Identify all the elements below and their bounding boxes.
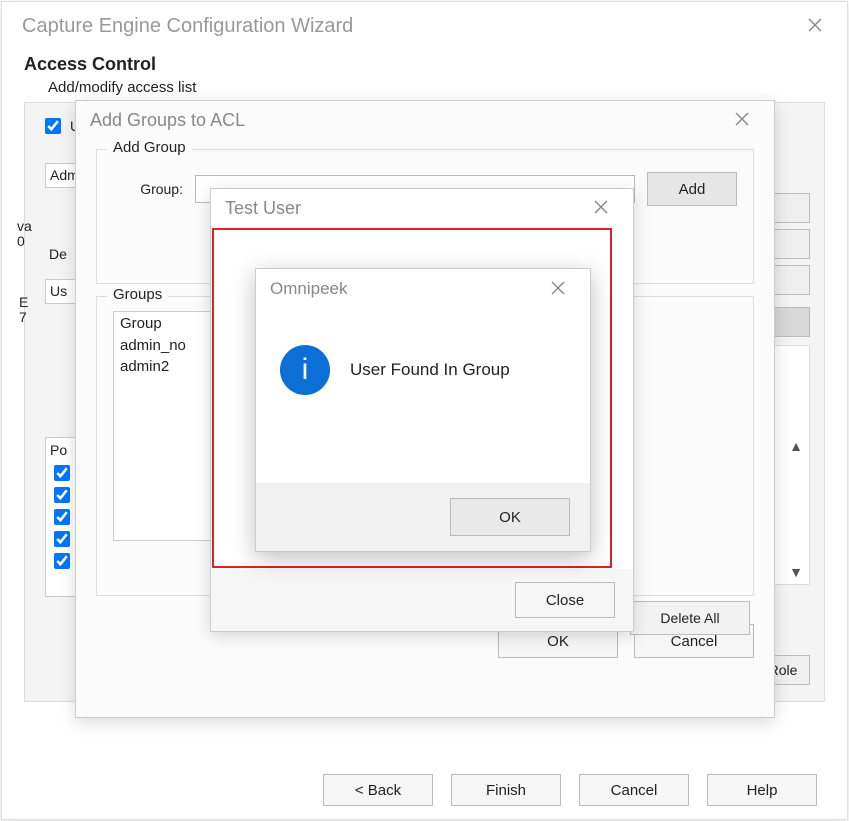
policy-check-4[interactable]: [54, 531, 70, 547]
use-acl-checkbox[interactable]: [45, 118, 61, 134]
test-user-footer: Close: [211, 569, 633, 631]
fragment-e7: E7: [17, 295, 43, 335]
policy-check-3[interactable]: [54, 509, 70, 525]
policy-check-1[interactable]: [54, 465, 70, 481]
fragment-va: va0: [15, 219, 45, 259]
add-groups-title: Add Groups to ACL: [90, 110, 722, 131]
policy-header: Po: [50, 442, 67, 458]
add-groups-close-icon[interactable]: [722, 111, 762, 129]
test-user-close-button[interactable]: Close: [515, 582, 615, 618]
policy-check-2[interactable]: [54, 487, 70, 503]
cancel-button[interactable]: Cancel: [579, 774, 689, 806]
test-user-title: Test User: [225, 198, 581, 219]
info-icon: i: [280, 345, 330, 395]
finish-button[interactable]: Finish: [451, 774, 561, 806]
section-title: Access Control: [24, 54, 825, 75]
group-label: Group:: [113, 181, 183, 197]
section-subtitle: Add/modify access list: [48, 79, 825, 96]
test-user-close-icon[interactable]: [581, 199, 621, 217]
message-title: Omnipeek: [270, 279, 538, 299]
add-groups-titlebar: Add Groups to ACL: [76, 101, 774, 139]
message-close-icon[interactable]: [538, 280, 578, 298]
delete-all-button[interactable]: Delete All: [630, 601, 750, 635]
message-ok-button[interactable]: OK: [450, 498, 570, 536]
policy-check-5[interactable]: [54, 553, 70, 569]
message-footer: OK: [256, 483, 590, 551]
test-user-titlebar: Test User: [211, 189, 633, 227]
groups-legend: Groups: [107, 286, 168, 303]
message-dialog: Omnipeek i User Found In Group OK: [255, 268, 591, 552]
back-button[interactable]: < Back: [323, 774, 433, 806]
help-button[interactable]: Help: [707, 774, 817, 806]
wizard-footer: < Back Finish Cancel Help: [2, 761, 847, 819]
add-group-legend: Add Group: [107, 139, 192, 156]
add-button[interactable]: Add: [647, 172, 737, 206]
message-titlebar: Omnipeek: [256, 269, 590, 309]
scroll-up-icon[interactable]: ▲: [787, 438, 805, 454]
wizard-close-icon[interactable]: [795, 17, 835, 35]
wizard-titlebar: Capture Engine Configuration Wizard: [2, 2, 847, 50]
wizard-title: Capture Engine Configuration Wizard: [22, 15, 795, 38]
message-text: User Found In Group: [350, 360, 510, 380]
scroll-down-icon[interactable]: ▼: [787, 564, 805, 580]
